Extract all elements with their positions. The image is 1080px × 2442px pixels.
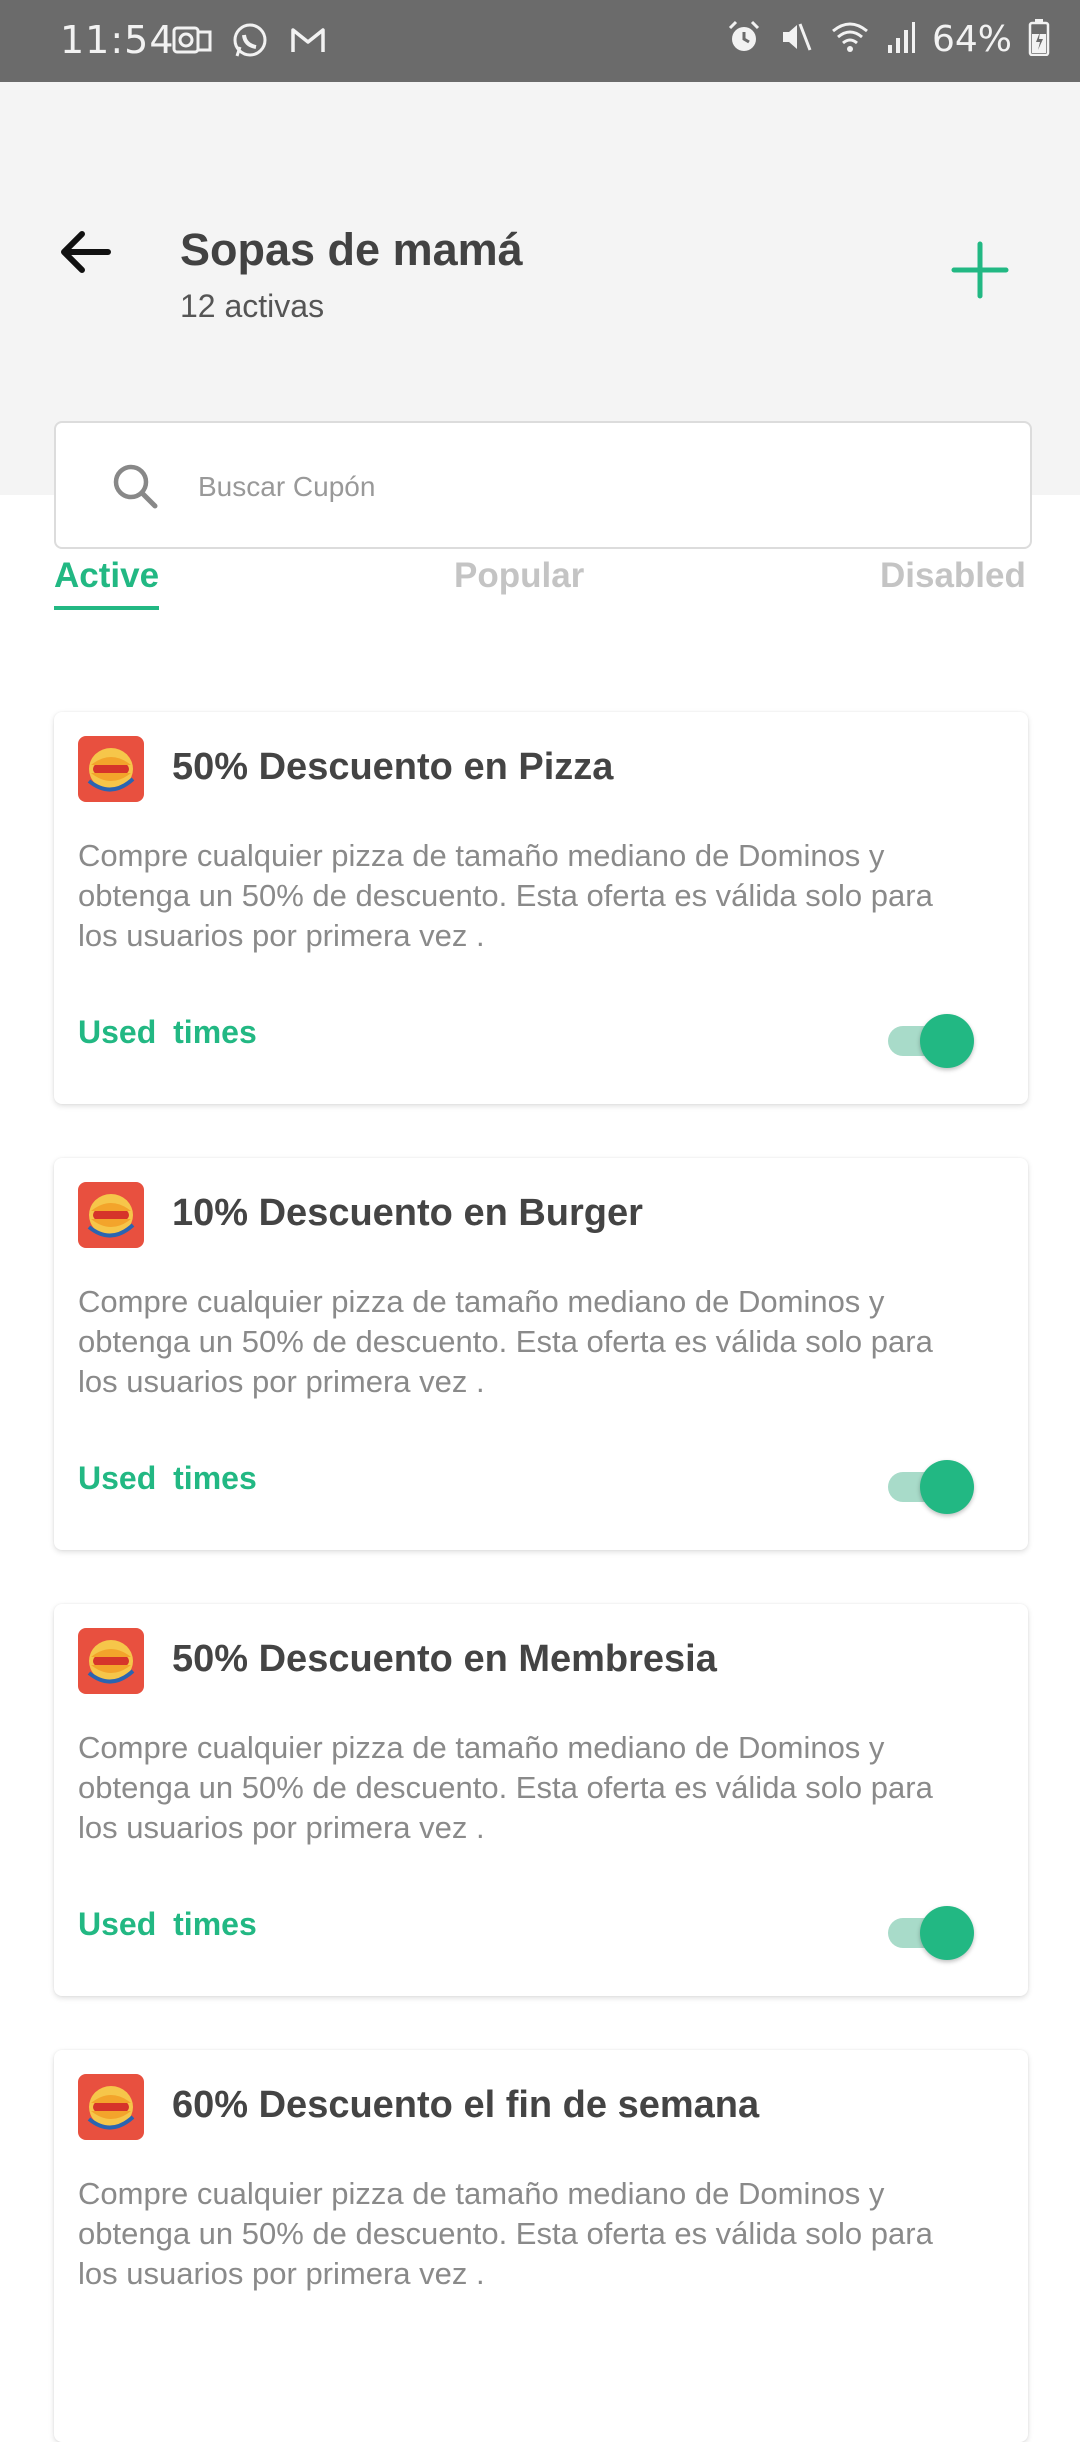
coupon-title: 10% Descuento en Burger xyxy=(172,1192,643,1234)
coupon-card[interactable]: 50% Descuento en Pizza Compre cualquier … xyxy=(54,712,1028,1104)
coupon-title: 50% Descuento en Pizza xyxy=(172,746,614,788)
back-button[interactable] xyxy=(56,222,116,282)
mute-icon xyxy=(778,19,814,59)
coupon-used-label: Used times xyxy=(78,1014,257,1050)
search-box[interactable] xyxy=(54,421,1032,549)
coupon-card[interactable]: 10% Descuento en Burger Compre cualquier… xyxy=(54,1158,1028,1550)
burger-king-logo xyxy=(78,736,144,802)
coupon-description: Compre cualquier pizza de tamaño mediano… xyxy=(78,1730,933,1845)
coupon-description: Compre cualquier pizza de tamaño mediano… xyxy=(78,838,933,953)
coupon-card[interactable]: 50% Descuento en Membresia Compre cualqu… xyxy=(54,1604,1028,1996)
coupon-used-label: Used times xyxy=(78,1906,257,1942)
tab-popular[interactable]: Popular xyxy=(454,556,584,596)
battery-percent: 64% xyxy=(931,18,1012,60)
signal-icon xyxy=(886,19,916,59)
coupon-description: Compre cualquier pizza de tamaño mediano… xyxy=(78,1284,933,1399)
coupon-title: 60% Descuento el fin de semana xyxy=(172,2084,760,2126)
page-title: Sopas de mamá xyxy=(180,224,523,275)
plus-icon xyxy=(951,241,1009,299)
search-input[interactable] xyxy=(196,453,980,521)
toggle-thumb xyxy=(920,1014,974,1068)
gmail-icon xyxy=(288,20,328,64)
burger-king-logo xyxy=(78,2074,144,2140)
arrow-left-icon xyxy=(61,231,111,273)
outlook-icon xyxy=(172,20,212,64)
whatsapp-icon xyxy=(230,20,270,64)
app-header: Sopas de mamá 12 activas xyxy=(0,82,1080,549)
coupon-used-label: Used times xyxy=(78,1460,257,1496)
tab-active[interactable]: Active xyxy=(54,556,160,610)
toggle-thumb xyxy=(920,1906,974,1960)
status-time: 11:54 xyxy=(60,18,175,62)
coupon-enabled-toggle[interactable] xyxy=(884,1904,974,1960)
alarm-icon xyxy=(726,19,762,59)
coupon-card[interactable]: 60% Descuento el fin de semana Compre cu… xyxy=(54,2050,1028,2442)
status-bar: 11:54 64% xyxy=(0,0,1080,82)
search-icon xyxy=(110,461,160,511)
page-subtitle: 12 activas xyxy=(180,288,325,324)
battery-icon xyxy=(1028,18,1050,60)
toggle-thumb xyxy=(920,1460,974,1514)
coupon-enabled-toggle[interactable] xyxy=(884,1012,974,1068)
coupon-description: Compre cualquier pizza de tamaño mediano… xyxy=(78,2176,933,2291)
coupon-enabled-toggle[interactable] xyxy=(884,1458,974,1514)
burger-king-logo xyxy=(78,1628,144,1694)
coupon-title: 50% Descuento en Membresia xyxy=(172,1638,717,1680)
wifi-icon xyxy=(830,19,870,59)
add-coupon-button[interactable] xyxy=(950,240,1010,300)
burger-king-logo xyxy=(78,1182,144,1248)
tab-disabled[interactable]: Disabled xyxy=(880,556,1026,596)
